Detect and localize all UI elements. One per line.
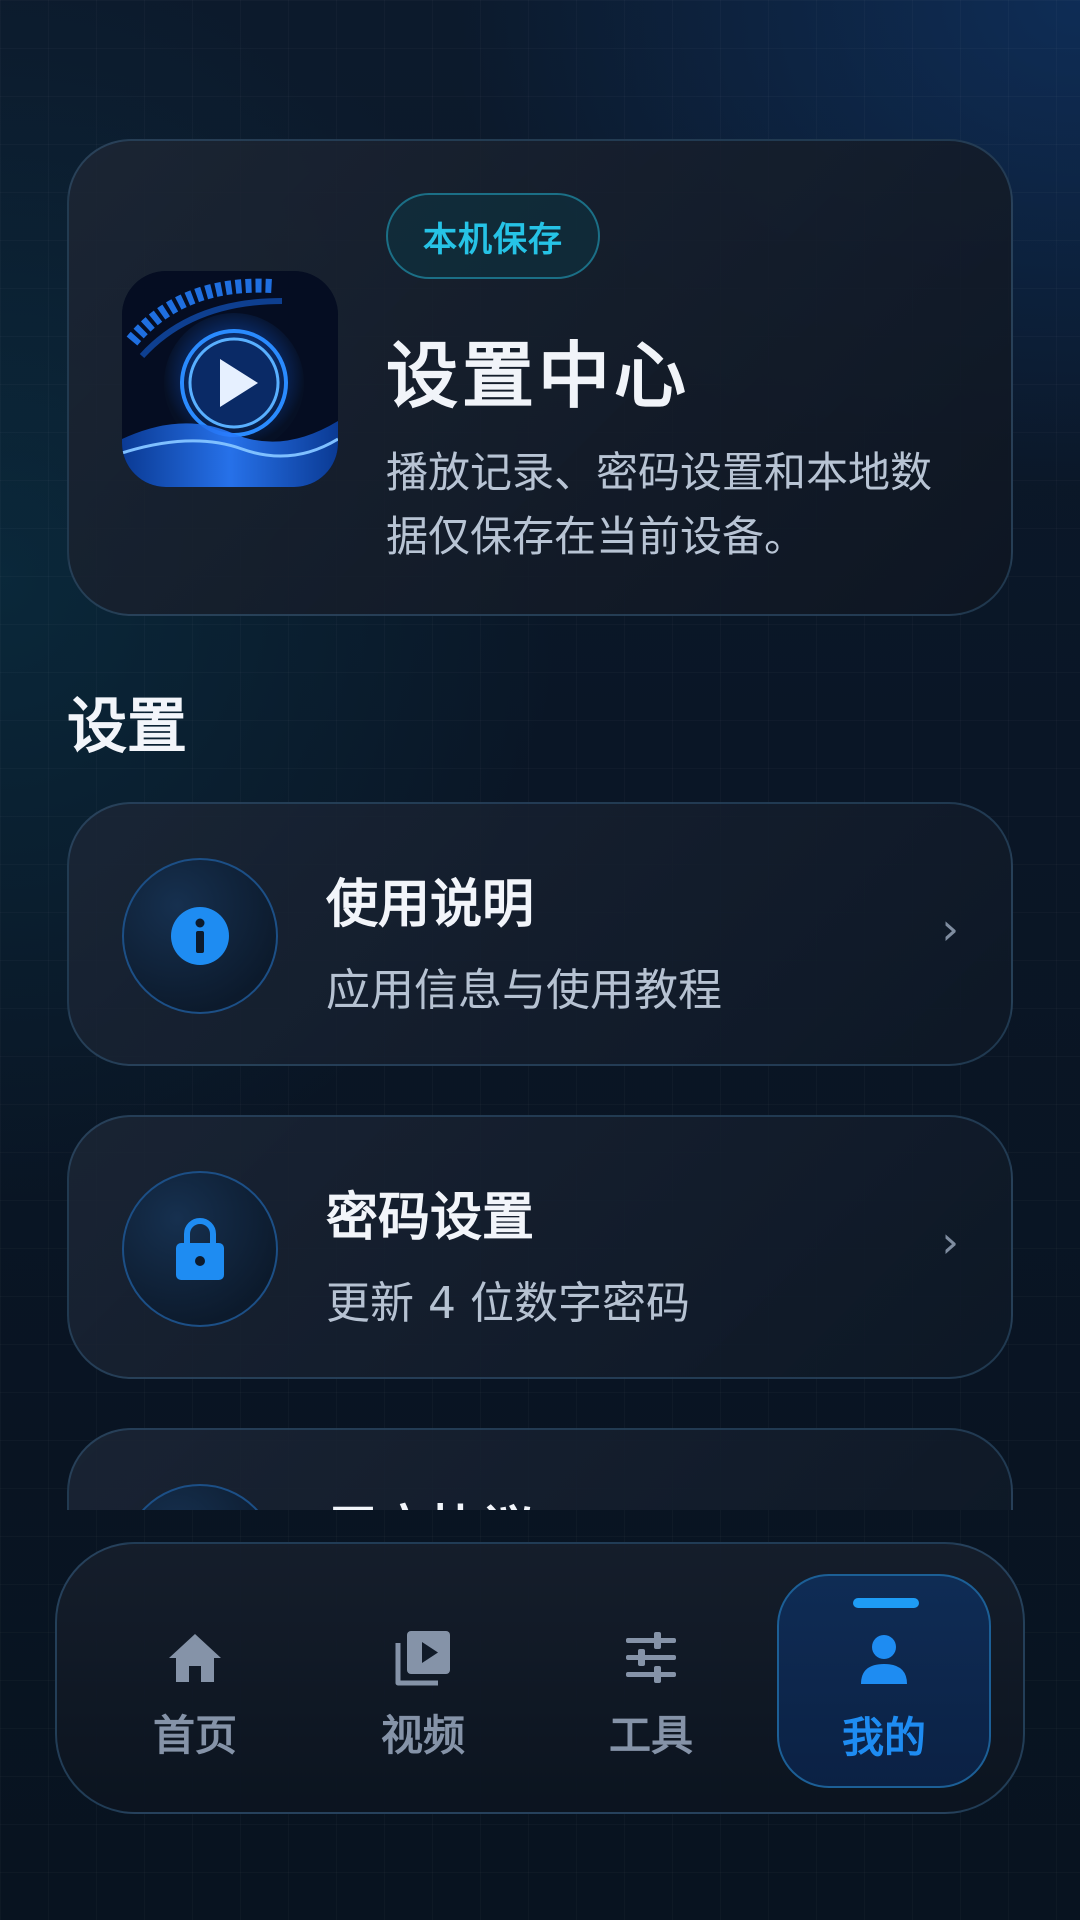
hero-description: 播放记录、密码设置和本地数据仅保存在当前设备。 bbox=[386, 448, 933, 561]
lock-icon-container bbox=[122, 1171, 278, 1327]
nav-item-mine[interactable]: 我的 bbox=[777, 1574, 991, 1788]
app-logo-icon bbox=[122, 271, 338, 487]
chevron-right-icon: › bbox=[941, 1217, 959, 1268]
hero-card: 本机保存 设置中心 播放记录、密码设置和本地数据仅保存在当前设备。 bbox=[67, 139, 1013, 616]
lock-icon bbox=[176, 1218, 224, 1280]
settings-list[interactable]: 使用说明 应用信息与使用教程 › 密码设置 更新 4 位数字密码 › 用户协议 … bbox=[0, 790, 1080, 1510]
nav-label: 我的 bbox=[841, 1713, 926, 1762]
settings-item-title: 使用说明 bbox=[326, 875, 535, 935]
info-icon bbox=[171, 907, 229, 965]
settings-item-title: 密码设置 bbox=[326, 1188, 535, 1248]
settings-item-title: 用户协议 bbox=[326, 1488, 534, 1510]
person-icon bbox=[861, 1635, 907, 1684]
chevron-right-icon: › bbox=[941, 904, 959, 955]
local-storage-badge: 本机保存 bbox=[386, 193, 600, 279]
settings-item-subtitle: 更新 4 位数字密码 bbox=[326, 1278, 690, 1329]
section-title: 设置 bbox=[67, 692, 187, 762]
nav-label: 首页 bbox=[152, 1711, 237, 1760]
settings-item-instructions[interactable]: 使用说明 应用信息与使用教程 › bbox=[67, 802, 1013, 1066]
nav-item-home[interactable]: 首页 bbox=[88, 1574, 302, 1788]
nav-item-video[interactable]: 视频 bbox=[316, 1574, 530, 1788]
page-title: 设置中心 bbox=[386, 334, 691, 418]
video-library-icon bbox=[395, 1631, 450, 1686]
nav-item-tools[interactable]: 工具 bbox=[544, 1574, 758, 1788]
nav-label: 视频 bbox=[380, 1711, 465, 1760]
home-icon bbox=[169, 1634, 221, 1682]
settings-item-subtitle: 应用信息与使用教程 bbox=[326, 965, 722, 1016]
sliders-icon bbox=[626, 1632, 676, 1683]
bottom-navigation: 首页 视频 工具 我的 bbox=[55, 1542, 1025, 1814]
active-indicator bbox=[853, 1598, 919, 1608]
info-icon-container bbox=[122, 858, 278, 1014]
settings-item-user-agreement[interactable]: 用户协议 › bbox=[67, 1428, 1013, 1510]
nav-label: 工具 bbox=[608, 1711, 693, 1760]
document-icon-container bbox=[122, 1484, 278, 1510]
settings-item-password[interactable]: 密码设置 更新 4 位数字密码 › bbox=[67, 1115, 1013, 1379]
